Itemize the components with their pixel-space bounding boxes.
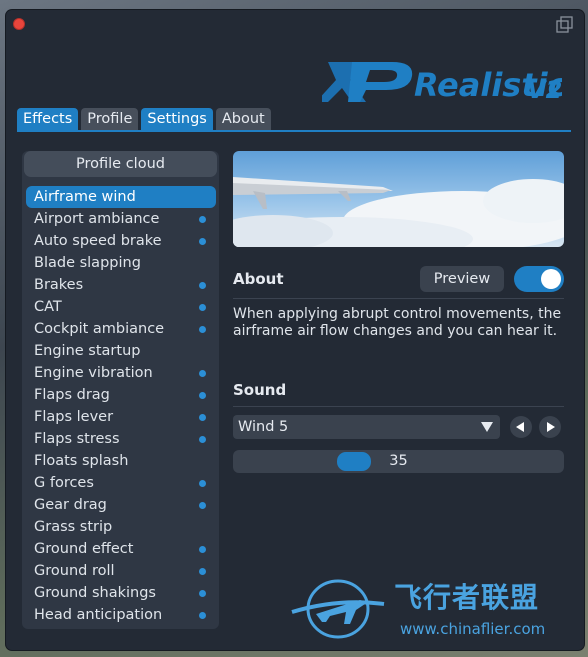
effect-item[interactable]: CAT — [26, 296, 216, 318]
effect-item[interactable]: Flaps stress — [26, 428, 216, 450]
tab-settings[interactable]: Settings — [141, 108, 213, 130]
effect-item-label: Head anticipation — [34, 607, 163, 623]
enabled-dot-icon — [199, 304, 206, 311]
tab-about[interactable]: About — [215, 108, 271, 130]
enabled-dot-icon — [199, 480, 206, 487]
effect-item[interactable]: Engine vibration — [26, 362, 216, 384]
tab-effects[interactable]: Effects — [17, 108, 79, 130]
effect-item[interactable]: Floats splash — [26, 450, 216, 472]
about-divider — [233, 298, 564, 299]
toggle-knob — [541, 269, 561, 289]
effect-item-label: G forces — [34, 475, 94, 491]
enabled-dot-icon — [199, 216, 206, 223]
enabled-dot-icon — [199, 282, 206, 289]
effect-item-label: Floats splash — [34, 453, 129, 469]
enabled-dot-icon — [199, 546, 206, 553]
sound-dropdown-value: Wind 5 — [238, 419, 289, 435]
enabled-dot-icon — [199, 568, 206, 575]
enabled-dot-icon — [199, 238, 206, 245]
dropdown-arrow-icon — [481, 422, 493, 432]
enabled-dot-icon — [199, 612, 206, 619]
effect-item-label: Gear drag — [34, 497, 107, 513]
effect-item[interactable]: Gear drag — [26, 494, 216, 516]
preview-image — [233, 151, 564, 247]
effect-item[interactable]: Flaps drag — [26, 384, 216, 406]
effect-item[interactable]: Ground shakings — [26, 582, 216, 604]
effect-item-label: Brakes — [34, 277, 84, 293]
effect-item[interactable]: Ground roll — [26, 560, 216, 582]
watermark-chinese: 飞行者联盟 — [394, 581, 540, 614]
effect-item[interactable]: Airframe wind — [26, 186, 216, 208]
effect-item-label: Ground shakings — [34, 585, 156, 601]
preview-button[interactable]: Preview — [420, 266, 504, 292]
plane-globe-icon — [291, 579, 385, 639]
effect-item-label: Blade slapping — [34, 255, 141, 271]
effect-item-label: Ground effect — [34, 541, 134, 557]
effect-item[interactable]: Ground effect — [26, 538, 216, 560]
xprealistic-logo: Realistic V2 — [322, 62, 562, 104]
effect-item-label: Auto speed brake — [34, 233, 162, 249]
enabled-dot-icon — [199, 502, 206, 509]
arrow-left-icon — [516, 422, 524, 432]
enabled-dot-icon — [199, 392, 206, 399]
effect-item[interactable]: Auto speed brake — [26, 230, 216, 252]
effect-item[interactable]: Head anticipation — [26, 604, 216, 626]
preview-toggle[interactable] — [514, 266, 564, 292]
arrow-right-icon — [547, 422, 555, 432]
title-bar — [6, 10, 584, 38]
enabled-dot-icon — [199, 370, 206, 377]
effects-list: Airframe wind Airport ambiance Auto speed … — [26, 186, 216, 626]
effect-item[interactable]: Cockpit ambiance — [26, 318, 216, 340]
tab-bar: Effects Profile Settings About — [17, 108, 271, 130]
effect-description: When applying abrupt control movements, … — [233, 306, 562, 339]
plugin-window: Realistic V2 Effects Profile Settings About… — [6, 10, 584, 650]
effect-item[interactable]: Engine startup — [26, 340, 216, 362]
enabled-dot-icon — [199, 326, 206, 333]
effect-item[interactable]: Airport ambiance — [26, 208, 216, 230]
svg-text:V2: V2 — [527, 76, 562, 104]
enabled-dot-icon — [199, 436, 206, 443]
effect-item-label: Grass strip — [34, 519, 113, 535]
sound-divider — [233, 406, 564, 407]
popout-icon[interactable] — [556, 16, 574, 34]
tab-profile[interactable]: Profile — [81, 108, 139, 130]
next-sound-button[interactable] — [539, 416, 561, 438]
effect-item-label: Engine vibration — [34, 365, 153, 381]
effect-item-label: Cockpit ambiance — [34, 321, 165, 337]
watermark-url: www.chinaflier.com — [400, 620, 546, 638]
sound-dropdown[interactable]: Wind 5 — [233, 415, 500, 439]
effect-item[interactable]: Flaps lever — [26, 406, 216, 428]
effect-item-label: Airport ambiance — [34, 211, 160, 227]
volume-value: 35 — [389, 453, 408, 469]
effect-item-label: Ground roll — [34, 563, 115, 579]
effect-item[interactable]: Blade slapping — [26, 252, 216, 274]
watermark: 飞行者联盟 www.chinaflier.com — [290, 576, 580, 646]
effect-item-label: CAT — [34, 299, 62, 315]
volume-slider[interactable]: 35 — [233, 450, 564, 473]
effect-item[interactable]: Brakes — [26, 274, 216, 296]
enabled-dot-icon — [199, 590, 206, 597]
effect-item-label: Flaps lever — [34, 409, 114, 425]
effect-item[interactable]: Grass strip — [26, 516, 216, 538]
effect-item[interactable]: G forces — [26, 472, 216, 494]
tab-underline — [17, 130, 571, 132]
effect-item-label: Flaps stress — [34, 431, 120, 447]
effects-panel: Profile cloud Airframe wind Airport ambia… — [22, 151, 219, 629]
enabled-dot-icon — [199, 414, 206, 421]
previous-sound-button[interactable] — [510, 416, 532, 438]
effect-item-label: Airframe wind — [34, 189, 136, 205]
effect-item-label: Flaps drag — [34, 387, 110, 403]
profile-cloud-button[interactable]: Profile cloud — [24, 151, 217, 177]
sound-heading: Sound — [233, 381, 287, 399]
about-heading: About — [233, 270, 284, 288]
effect-item-label: Engine startup — [34, 343, 141, 359]
close-button[interactable] — [13, 18, 25, 30]
